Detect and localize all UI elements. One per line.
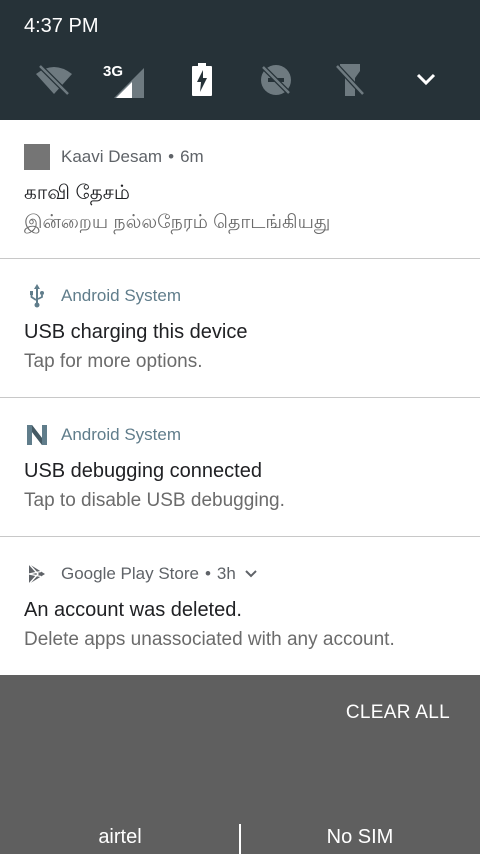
android-n-icon — [24, 422, 50, 448]
flashlight-off-icon[interactable] — [328, 58, 372, 102]
usb-icon — [24, 283, 50, 309]
notification-header: Android System — [24, 422, 181, 448]
play-store-icon — [24, 561, 50, 587]
notification-title: USB charging this device — [24, 321, 248, 343]
app-name: Kaavi Desam — [61, 147, 163, 166]
header-separator: • — [204, 564, 211, 583]
app-name: Google Play Store — [61, 564, 199, 583]
svg-text:3G: 3G — [103, 63, 123, 80]
notification-title: காவி தேசம் — [24, 182, 130, 204]
carrier-sim1: airtel — [98, 826, 142, 848]
notification-text: Tap to disable USB debugging. — [24, 490, 285, 511]
carrier-sim2: No SIM — [326, 826, 394, 848]
notification-title: USB debugging connected — [24, 460, 262, 482]
app-icon — [24, 144, 50, 170]
app-name: Android System — [61, 425, 181, 444]
header-separator: • — [168, 147, 175, 166]
quick-settings-tiles: 3G — [0, 58, 480, 102]
battery-charging-icon[interactable] — [180, 58, 224, 102]
notification-text: Delete apps unassociated with any accoun… — [24, 629, 395, 650]
clear-all-button[interactable]: CLEAR ALL — [346, 702, 450, 724]
notification-kaavi-desam[interactable]: Kaavi Desam • 6m காவி தேசம் இன்றைய நல்லந… — [0, 120, 480, 258]
notification-header: Google Play Store • 3h — [24, 561, 258, 587]
app-name: Android System — [61, 286, 181, 305]
cellular-3g-icon[interactable]: 3G — [102, 58, 146, 102]
status-time: 4:37 PM — [24, 15, 99, 37]
notification-title: An account was deleted. — [24, 599, 242, 621]
notification-usb-debugging[interactable]: Android System USB debugging connected T… — [0, 398, 480, 536]
expand-notification-icon[interactable] — [244, 569, 258, 579]
expand-chevron-icon[interactable] — [404, 58, 448, 102]
do-not-disturb-off-icon[interactable] — [254, 58, 298, 102]
notification-time: 3h — [216, 564, 236, 583]
wifi-off-icon[interactable] — [32, 58, 76, 102]
notification-text: இன்றைய நல்லநேரம் தொடங்கியது — [24, 212, 331, 233]
notification-play-store[interactable]: Google Play Store • 3h An account was de… — [0, 537, 480, 675]
notification-header: Kaavi Desam • 6m — [24, 144, 204, 170]
notification-time: 6m — [180, 147, 204, 166]
notification-text: Tap for more options. — [24, 351, 203, 372]
notification-usb-charging[interactable]: Android System USB charging this device … — [0, 259, 480, 397]
notification-header: Android System — [24, 283, 181, 309]
quick-settings-header: 4:37 PM 3G — [0, 0, 480, 120]
